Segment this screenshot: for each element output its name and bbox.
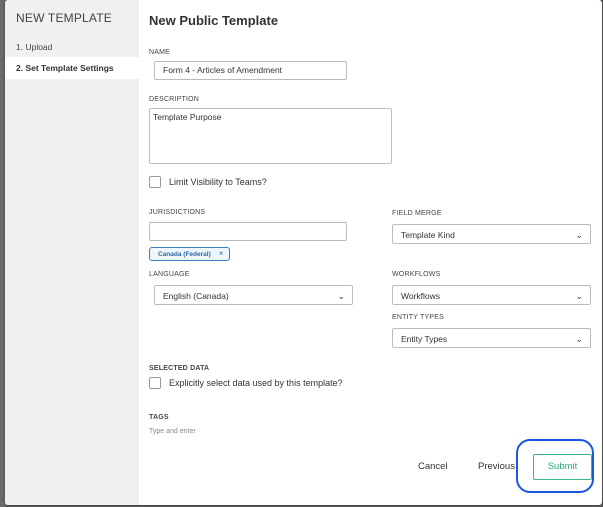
- submit-button[interactable]: Submit: [533, 454, 592, 480]
- remove-tag-icon[interactable]: ×: [219, 249, 224, 258]
- step-upload[interactable]: 1. Upload: [5, 36, 139, 58]
- jurisdiction-tag: Canada (Federal) ×: [149, 247, 231, 261]
- cancel-button[interactable]: Cancel: [418, 461, 448, 472]
- name-input[interactable]: Form 4 - Articles of Amendment: [154, 61, 347, 80]
- description-label: DESCRIPTION: [149, 96, 200, 103]
- entity-types-label: ENTITY TYPES: [392, 314, 444, 321]
- jurisdiction-tag-label: Canada (Federal): [158, 251, 211, 258]
- tags-label: TAGS: [149, 414, 169, 421]
- wizard-sidebar: NEW TEMPLATE 1. Upload 2. Set Template S…: [5, 0, 139, 505]
- jurisdictions-label: JURISDICTIONS: [149, 209, 206, 216]
- chevron-down-icon: ⌄: [575, 334, 583, 344]
- chevron-down-icon: ⌄: [337, 291, 345, 301]
- limit-visibility-checkbox[interactable]: [149, 176, 161, 188]
- workflows-label: WORKFLOWS: [392, 271, 441, 278]
- chevron-down-icon: ⌄: [575, 230, 583, 240]
- description-textarea[interactable]: Template Purpose: [149, 108, 392, 164]
- page-title: New Public Template: [149, 13, 279, 28]
- limit-visibility-label: Limit Visibility to Teams?: [169, 177, 267, 187]
- workflows-select[interactable]: Workflows ⌄: [392, 285, 591, 305]
- jurisdictions-input[interactable]: [149, 222, 347, 241]
- selected-data-checkbox[interactable]: [149, 377, 161, 389]
- previous-button[interactable]: Previous: [478, 461, 515, 472]
- entity-types-value: Entity Types: [401, 334, 448, 344]
- chevron-down-icon: ⌄: [575, 291, 583, 301]
- selected-data-label: SELECTED DATA: [149, 365, 210, 372]
- selected-data-checkbox-label: Explicitly select data used by this temp…: [169, 378, 343, 388]
- tags-input[interactable]: Type and enter: [149, 428, 196, 435]
- entity-types-select[interactable]: Entity Types ⌄: [392, 328, 591, 348]
- language-value: English (Canada): [163, 291, 229, 301]
- workflows-value: Workflows: [401, 291, 441, 301]
- new-template-modal: NEW TEMPLATE 1. Upload 2. Set Template S…: [5, 0, 602, 505]
- field-merge-value: Template Kind: [401, 230, 455, 240]
- name-label: NAME: [149, 49, 171, 56]
- field-merge-label: FIELD MERGE: [392, 210, 442, 217]
- language-select[interactable]: English (Canada) ⌄: [154, 285, 353, 305]
- form-content: New Public Template NAME Form 4 - Articl…: [139, 0, 602, 505]
- field-merge-select[interactable]: Template Kind ⌄: [392, 224, 591, 244]
- step-set-template-settings[interactable]: 2. Set Template Settings: [5, 57, 139, 79]
- sidebar-title: NEW TEMPLATE: [16, 11, 112, 25]
- language-label: LANGUAGE: [149, 271, 190, 278]
